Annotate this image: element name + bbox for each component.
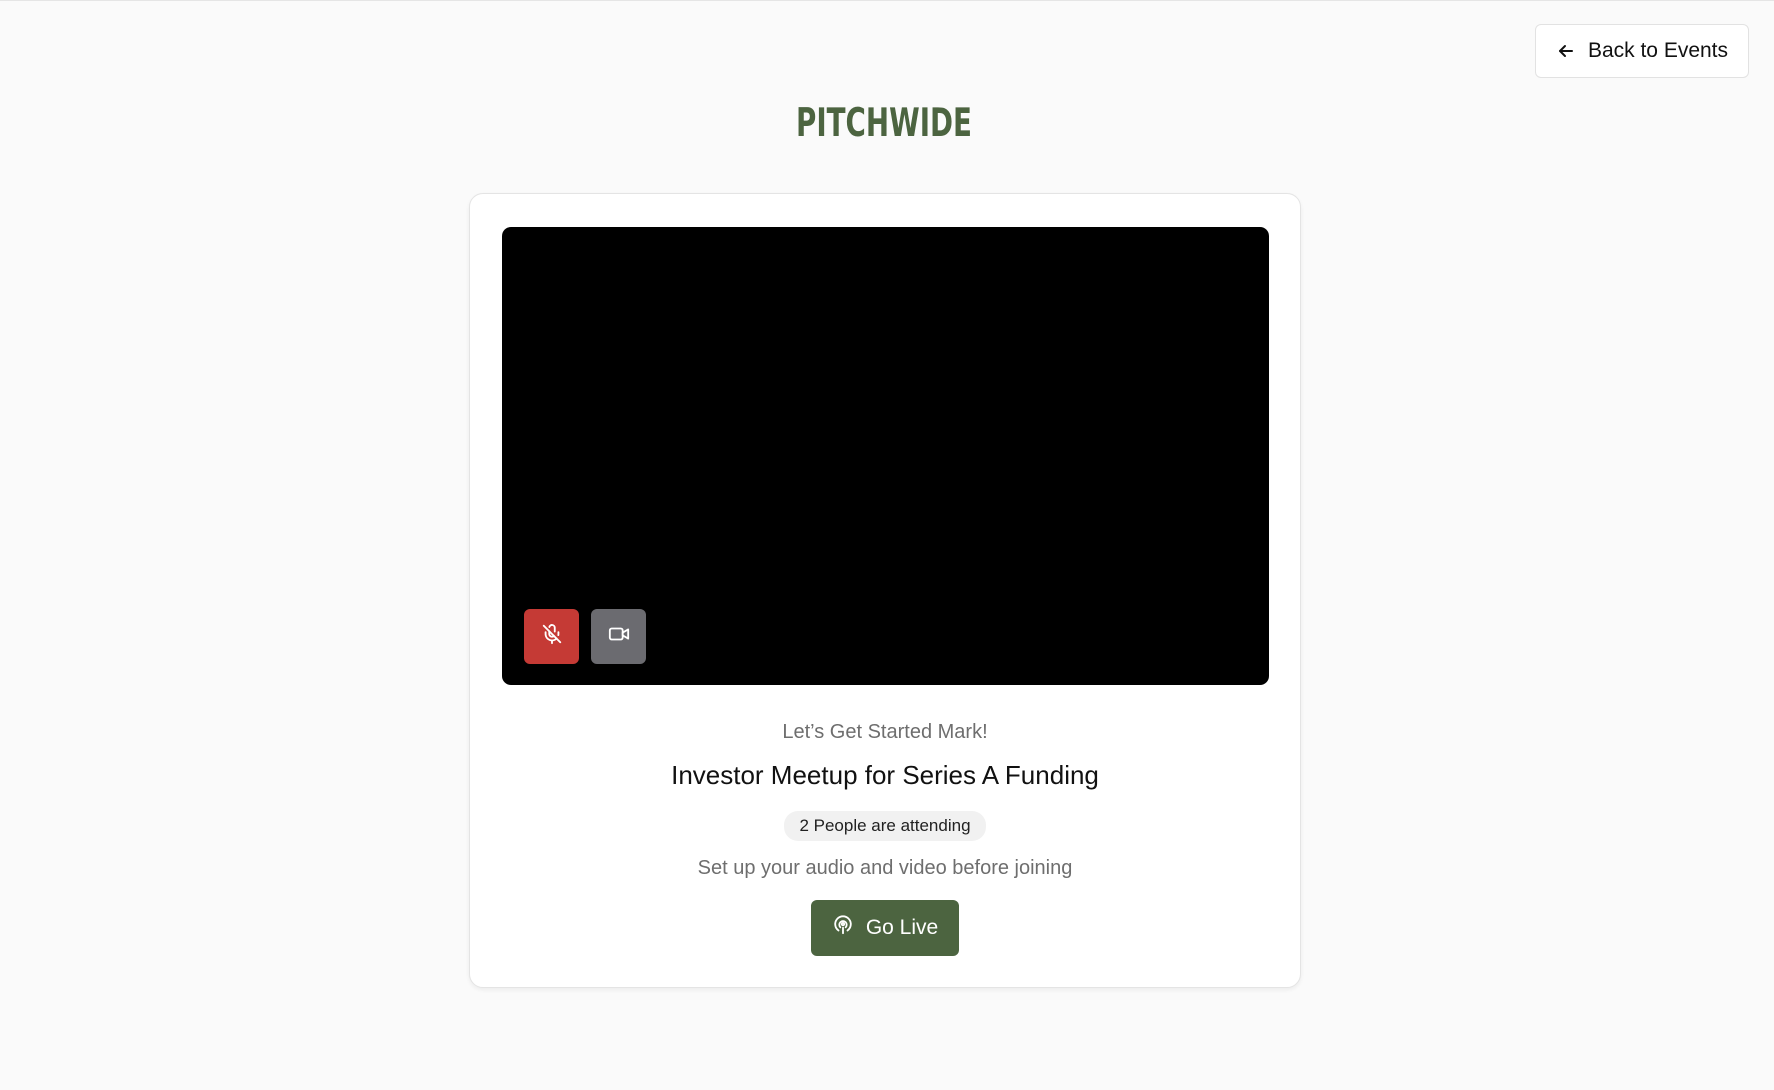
go-live-label: Go Live	[865, 916, 939, 939]
pre-join-card: Let’s Get Started Mark! Investor Meetup …	[469, 193, 1301, 988]
mic-off-icon	[541, 623, 563, 650]
podcast-icon	[832, 914, 854, 942]
top-border	[0, 0, 1774, 1]
attending-badge: 2 People are attending	[784, 811, 986, 841]
logo-wordmark: PITCHWIDE	[796, 101, 972, 140]
video-preview	[502, 227, 1269, 685]
arrow-left-icon	[1556, 41, 1576, 61]
back-to-events-label: Back to Events	[1587, 39, 1729, 62]
greeting-text: Let’s Get Started Mark!	[782, 721, 988, 743]
setup-hint: Set up your audio and video before joini…	[697, 857, 1073, 879]
attending-row: 2 People are attending	[470, 811, 1300, 841]
pitchwide-logo: PITCHWIDE	[796, 100, 976, 146]
go-live-button[interactable]: Go Live	[811, 900, 959, 956]
back-to-events-button[interactable]: Back to Events	[1535, 24, 1749, 78]
event-title: Investor Meetup for Series A Funding	[671, 760, 1099, 790]
video-camera-icon	[608, 623, 630, 650]
camera-toggle-button[interactable]	[591, 609, 646, 664]
mic-toggle-button[interactable]	[524, 609, 579, 664]
